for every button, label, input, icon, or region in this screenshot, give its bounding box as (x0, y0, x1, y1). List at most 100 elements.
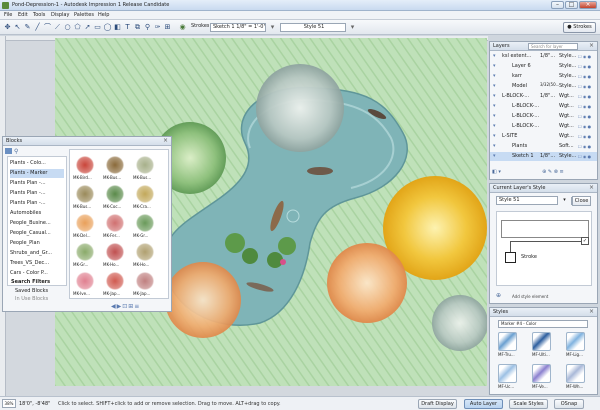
block-category-item[interactable]: Plants - Marker (10, 169, 64, 178)
block-thumbnail[interactable] (106, 185, 124, 203)
layer-visibility-icon[interactable]: ☐ ◉ ● (578, 92, 591, 101)
layer-expand-icon[interactable]: ▾ (493, 152, 496, 161)
styles-swatch-grid[interactable]: MF-Tru... MF-Ulti... MF-Lig... MF-Uc... MF-V… (492, 330, 597, 394)
style-close-button[interactable]: Close (572, 196, 591, 206)
styles-filter-select[interactable]: Marker #4 - Color (498, 320, 588, 328)
layer-visibility-icon[interactable]: ☐ ◉ ● (578, 72, 591, 81)
layer-row[interactable]: ▾ L-BLOCK-... 1/8"... Wgt... ☐ ◉ ● (490, 92, 597, 101)
arrow-icon[interactable]: ➚ (83, 23, 92, 32)
block-thumbnail[interactable] (76, 243, 94, 261)
block-category-item[interactable]: People_Plan (10, 239, 64, 248)
layer-expand-icon[interactable]: ▾ (493, 82, 496, 91)
block-thumbnail[interactable] (136, 272, 154, 290)
layer-visibility-icon[interactable]: ☐ ◉ ● (578, 112, 591, 121)
layer-expand-icon[interactable]: ▾ (493, 122, 496, 131)
blocks-close-icon[interactable]: × (163, 137, 168, 145)
layers-close-icon[interactable]: × (589, 42, 594, 50)
strokes-button[interactable]: ● Strokes (563, 22, 596, 33)
minimize-icon[interactable]: – (551, 1, 564, 9)
block-thumbnail[interactable] (136, 156, 154, 174)
layer-visibility-icon[interactable]: ☐ ◉ ● (578, 82, 591, 91)
style-select-arrow-icon[interactable]: ▾ (560, 196, 569, 205)
draft-display-button[interactable]: Draft Display (418, 399, 457, 409)
layer-visibility-icon[interactable]: ☐ ◉ ● (578, 152, 591, 161)
text-icon[interactable]: T (123, 23, 132, 32)
layer-expand-icon[interactable]: ▾ (493, 112, 496, 121)
style-close-icon[interactable]: × (589, 184, 594, 192)
pointer-icon[interactable]: ↖ (13, 23, 22, 32)
layer-row[interactable]: ▾ Sketch 1 1/8"... Style... ☐ ◉ ● (490, 152, 597, 161)
rectangle-icon[interactable]: ▭ (93, 23, 102, 32)
layer-row[interactable]: ▾ L-BLOCK-... Wgt... ☐ ◉ ● (490, 102, 597, 111)
menu-file[interactable]: File (4, 12, 12, 18)
layer-row[interactable]: ▾ ksl extent... 1/8"... Style... ☐ ◉ ● (490, 52, 597, 61)
style-dropdown[interactable]: Style 51 (280, 23, 346, 32)
block-category-item[interactable]: Trees_VS_Dec... (10, 259, 64, 268)
menu-tools[interactable]: Tools (33, 12, 45, 18)
pencil-icon[interactable]: ✎ (23, 23, 32, 32)
layer-visibility-icon[interactable]: ☐ ◉ ● (578, 102, 591, 111)
layer-row[interactable]: ▾ Plants Soft... ☐ ◉ ● (490, 142, 597, 151)
zoom-field[interactable]: 38% (2, 399, 16, 408)
layer-dropdown[interactable]: Sketch 1 1/8" = 1'-0" (210, 23, 266, 32)
blocks-thumbnail-grid[interactable]: MK-Bird... MK-Bus... MK-Bus... MK-Bus... MK-… (69, 149, 169, 299)
line-icon[interactable]: ╱ (33, 23, 42, 32)
styles-close-icon[interactable]: × (589, 308, 594, 316)
auto-layer-button[interactable]: Auto Layer (464, 399, 503, 409)
maximize-icon[interactable]: □ (565, 1, 578, 9)
scale-arrow-icon[interactable]: ▾ (268, 23, 277, 32)
magnify-icon[interactable]: ⚲ (143, 23, 152, 32)
block-thumbnail[interactable] (136, 243, 154, 261)
search-filters-label[interactable]: Search Filters (11, 278, 67, 287)
layer-row[interactable]: ▾ L-BLOCK-... Wgt... ☐ ◉ ● (490, 112, 597, 121)
layer-visibility-icon[interactable]: ☐ ◉ ● (578, 62, 591, 71)
block-thumbnail[interactable] (136, 214, 154, 232)
polygon-icon[interactable]: ⬠ (73, 23, 82, 32)
block-thumbnail[interactable] (76, 272, 94, 290)
layer-row[interactable]: ▾ L-SITE Wgt... ☐ ◉ ● (490, 132, 597, 141)
layer-visibility-icon[interactable]: ☐ ◉ ● (578, 52, 591, 61)
layer-expand-icon[interactable]: ▾ (493, 62, 496, 71)
check-icon[interactable]: ✓ (581, 237, 589, 245)
block-category-item[interactable]: People_Casual... (10, 229, 64, 238)
polyline-icon[interactable]: ⟋ (53, 23, 62, 32)
in-use-blocks-label[interactable]: In Use Blocks (15, 295, 67, 304)
add-element-icon[interactable]: ⊕ (496, 292, 506, 301)
layer-visibility-icon[interactable]: ☐ ◉ ● (578, 132, 591, 141)
circle-icon[interactable]: ○ (63, 23, 72, 32)
menu-edit[interactable]: Edit (18, 12, 28, 18)
move-icon[interactable]: ✥ (3, 23, 12, 32)
search-icon[interactable]: ⚲ (14, 148, 21, 155)
pan-icon[interactable]: ⊞ (163, 23, 172, 32)
layer-row[interactable]: ▾ Layer 6 Style... ☐ ◉ ● (490, 62, 597, 71)
fill-icon[interactable]: ◧ (113, 23, 122, 32)
block-thumbnail[interactable] (106, 243, 124, 261)
osnap-button[interactable]: OSnap (554, 399, 584, 409)
stroke-node[interactable] (505, 252, 516, 263)
menu-display[interactable]: Display (51, 12, 69, 18)
block-thumbnail[interactable] (106, 272, 124, 290)
block-category-item[interactable]: Shrubs_and_Gr... (10, 249, 64, 258)
eyedropper-icon[interactable]: ✑ (153, 23, 162, 32)
style-swatch[interactable] (566, 364, 585, 383)
layer-expand-icon[interactable]: ▾ (493, 142, 496, 151)
layer-search-input[interactable]: Search for layer (528, 43, 578, 50)
layer-expand-icon[interactable]: ▾ (493, 52, 496, 61)
layer-row[interactable]: ▾ karr Style... ☐ ◉ ● (490, 72, 597, 81)
arc-icon[interactable]: ⌒ (43, 23, 52, 32)
add-style-element-label[interactable]: Add style element (512, 294, 548, 299)
close-window-icon[interactable]: × (579, 1, 597, 9)
style-swatch[interactable] (532, 332, 551, 351)
style-swatch[interactable] (566, 332, 585, 351)
layer-visibility-icon[interactable]: ☐ ◉ ● (578, 122, 591, 131)
block-category-item[interactable]: Plants Plan -... (10, 179, 64, 188)
block-category-item[interactable]: Plants - Colo... (10, 159, 64, 168)
ellipse-icon[interactable]: ◯ (103, 23, 112, 32)
block-thumbnail[interactable] (76, 185, 94, 203)
layer-row[interactable]: ▾ L-BLOCK-... Wgt... ☐ ◉ ● (490, 122, 597, 131)
block-category-item[interactable]: Plants Plan -... (10, 199, 64, 208)
layer-expand-icon[interactable]: ▾ (493, 92, 496, 101)
block-thumbnail[interactable] (106, 156, 124, 174)
stamp-icon[interactable]: ⧉ (133, 23, 142, 32)
style-graph[interactable]: Stroke ✓ (496, 211, 592, 286)
